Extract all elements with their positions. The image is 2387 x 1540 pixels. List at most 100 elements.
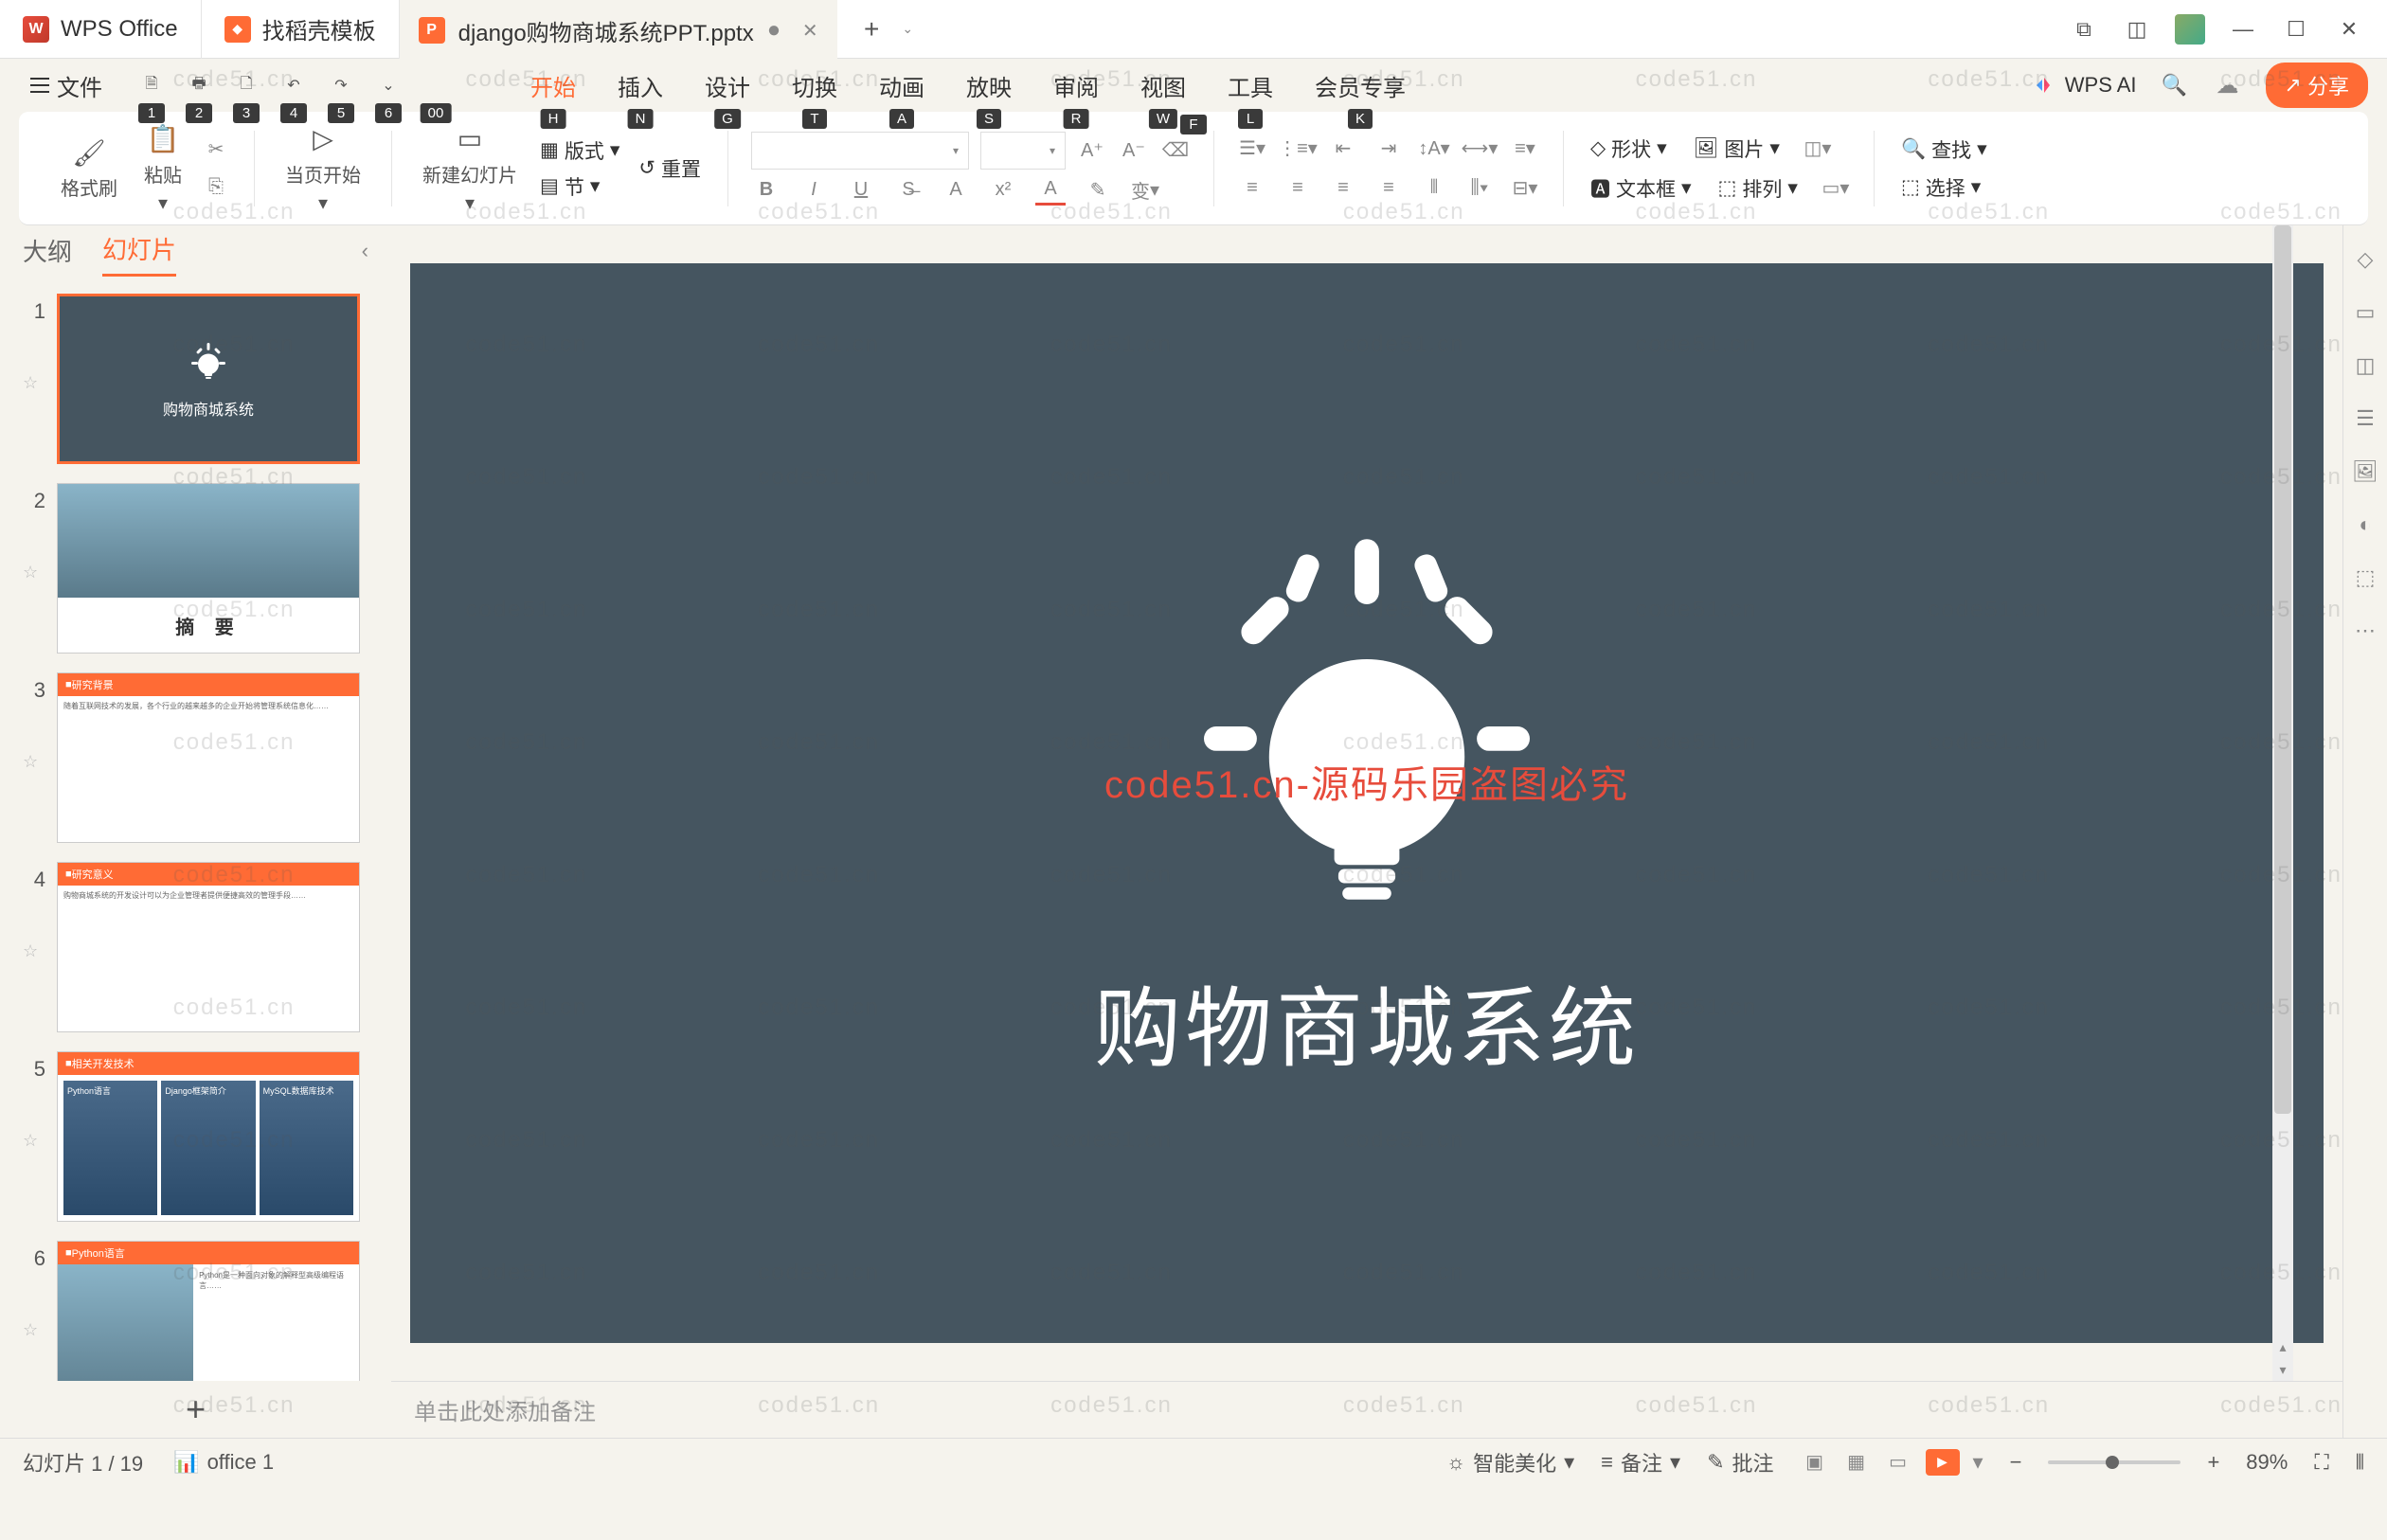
thumb-img-3[interactable]: ■ 研究背景 随着互联网技术的发展，各个行业的越来越多的企业开始将管理系统信息化… — [57, 672, 360, 843]
zoom-slider[interactable] — [2048, 1460, 2181, 1464]
cloud-icon[interactable]: ☁ — [2213, 70, 2243, 100]
bullets-icon[interactable]: ☰▾ — [1237, 134, 1267, 164]
play-dropdown-icon[interactable]: ▾ — [1973, 1450, 1983, 1475]
font-shrink-icon[interactable]: A⁻ — [1119, 135, 1149, 166]
thumb-img-5[interactable]: ■ 相关开发技术 Python语言 Django框架简介 MySQL数据库技术 — [57, 1051, 360, 1222]
app-tab-templates[interactable]: ◆ 找稻壳模板 — [202, 0, 400, 59]
align-justify-icon[interactable]: ≡ — [1373, 173, 1404, 204]
maximize-icon[interactable]: ☐ — [2281, 14, 2311, 45]
star-icon[interactable]: ☆ — [23, 705, 45, 772]
close-tab-icon[interactable]: ✕ — [801, 22, 818, 39]
file-menu[interactable]: 文件 F — [19, 69, 114, 102]
indent-dec-icon[interactable]: ⇤ — [1328, 134, 1358, 164]
qat-preview-icon[interactable]: 🗋3 — [231, 70, 261, 100]
tab-member[interactable]: 会员专享K — [1296, 63, 1425, 108]
font-family-select[interactable]: ▾ — [751, 132, 969, 170]
vert-align-icon[interactable]: ⊟▾ — [1510, 173, 1540, 204]
shadow-icon[interactable]: A — [941, 175, 971, 206]
from-current-button[interactable]: ▷当页开始 ▾ — [278, 122, 368, 215]
thumb-5[interactable]: 5☆ ■ 相关开发技术 Python语言 Django框架简介 MySQL数据库… — [23, 1051, 368, 1222]
app-tab-wps[interactable]: WPS Office — [0, 0, 202, 59]
tab-review[interactable]: 审阅R — [1034, 63, 1118, 108]
qat-redo-icon[interactable]: ↷5 — [326, 70, 356, 100]
office-status[interactable]: 📊 office 1 — [173, 1450, 274, 1475]
thumb-3[interactable]: 3☆ ■ 研究背景 随着互联网技术的发展，各个行业的越来越多的企业开始将管理系统… — [23, 672, 368, 843]
share-button[interactable]: ↗ 分享 — [2266, 63, 2368, 108]
zoom-in-icon[interactable]: + — [2207, 1450, 2219, 1475]
qat-save-icon[interactable]: 🗎1 — [136, 70, 167, 100]
slide-position[interactable]: 幻灯片 1 / 19 — [23, 1447, 143, 1477]
align-left-icon[interactable]: ≡ — [1237, 173, 1267, 204]
thumb-img-4[interactable]: ■ 研究意义 购物商城系统的开发设计可以为企业管理者提供便捷高效的管理手段…… — [57, 862, 360, 1032]
align-center-icon[interactable]: ≡ — [1283, 173, 1313, 204]
tab-design[interactable]: 设计G — [686, 63, 769, 108]
rs-btn-1[interactable]: ◇ — [2350, 244, 2380, 275]
slide-canvas[interactable]: code51.cn-源码乐园盗图必究 购物商城系统 — [410, 263, 2324, 1343]
fit-screen-icon[interactable]: ⛶ — [2314, 1450, 2328, 1475]
tab-animation[interactable]: 动画A — [860, 63, 943, 108]
notes-input[interactable]: 单击此处添加备注 — [391, 1381, 2342, 1438]
tab-view[interactable]: 视图W — [1122, 63, 1205, 108]
copy-icon[interactable]: ⎘ — [201, 172, 231, 203]
slideshow-play-button[interactable]: ▶ — [1926, 1449, 1960, 1476]
tab-dropdown-icon[interactable]: ⌄ — [896, 18, 919, 41]
wps-ai-button[interactable]: WPS AI — [2035, 73, 2137, 98]
distribute-icon[interactable]: ⫴ — [1419, 173, 1449, 204]
rs-btn-6[interactable]: ◐ — [2350, 510, 2380, 540]
fill-icon[interactable]: ▭▾ — [1821, 173, 1851, 204]
numbering-icon[interactable]: ⋮≡▾ — [1283, 134, 1313, 164]
qat-undo-icon[interactable]: ↶4 — [278, 70, 309, 100]
clear-format-icon[interactable]: ⌫ — [1160, 135, 1191, 166]
comments-toggle[interactable]: ✎ 批注 — [1707, 1447, 1773, 1477]
highlight-icon[interactable]: ✎ — [1083, 175, 1113, 206]
align-right-icon[interactable]: ≡ — [1328, 173, 1358, 204]
thumb-img-1[interactable]: 购物商城系统 — [57, 294, 360, 464]
scroll-down-icon[interactable]: ▾ — [2272, 1358, 2293, 1381]
tab-slideshow[interactable]: 放映S — [947, 63, 1031, 108]
collapse-panel-icon[interactable]: ‹ — [362, 239, 368, 263]
slides-tab[interactable]: 幻灯片 — [102, 231, 176, 277]
find-button[interactable]: 🔍 查找 ▾ — [1897, 135, 1991, 164]
thumb-1[interactable]: 1☆ 购物商城系统 — [23, 294, 368, 464]
rs-btn-4[interactable]: ☰ — [2350, 403, 2380, 434]
arrange-button[interactable]: ⬚ 排列 ▾ — [1714, 174, 1802, 203]
cube-icon[interactable]: ◫ — [2122, 14, 2152, 45]
minimize-icon[interactable]: — — [2228, 14, 2258, 45]
section-button[interactable]: ▤节 ▾ — [536, 172, 623, 201]
paste-button[interactable]: 📋粘贴 ▾ — [136, 122, 189, 215]
indent-inc-icon[interactable]: ⇥ — [1373, 134, 1404, 164]
rs-btn-8[interactable]: ⋯ — [2350, 616, 2380, 646]
thumb-img-6[interactable]: ■ Python语言 Python是一种面向对象的解释型高级编程语言…… — [57, 1241, 360, 1381]
underline-icon[interactable]: U — [846, 175, 876, 206]
rs-btn-5[interactable]: 🖼 — [2350, 457, 2380, 487]
tab-tools[interactable]: 工具L — [1209, 63, 1292, 108]
rs-btn-7[interactable]: ⬚ — [2350, 563, 2380, 593]
thumb-4[interactable]: 4☆ ■ 研究意义 购物商城系统的开发设计可以为企业管理者提供便捷高效的管理手段… — [23, 862, 368, 1032]
scroll-up-icon[interactable]: ▴ — [2272, 1335, 2293, 1358]
select-button[interactable]: ⬚ 选择 ▾ — [1897, 173, 1991, 202]
cut-icon[interactable]: ✂ — [201, 134, 231, 165]
star-icon[interactable]: ☆ — [23, 515, 45, 582]
normal-view-icon[interactable]: ▣ — [1801, 1448, 1829, 1477]
star-icon[interactable]: ☆ — [23, 326, 45, 393]
image-button[interactable]: 🖼 图片 ▾ — [1690, 134, 1784, 163]
sorter-view-icon[interactable]: ▦ — [1842, 1448, 1871, 1477]
zoom-out-icon[interactable]: − — [2010, 1450, 2022, 1475]
beautify-button[interactable]: ☼ 智能美化 ▾ — [1446, 1447, 1574, 1477]
font-size-select[interactable]: ▾ — [980, 132, 1066, 170]
file-tab-current[interactable]: P django购物商城系统PPT.pptx ● ✕ — [400, 0, 838, 59]
star-icon[interactable]: ☆ — [23, 894, 45, 961]
layout-button[interactable]: ▦版式 ▾ — [536, 136, 623, 165]
add-slide-button[interactable]: + — [0, 1381, 391, 1438]
thumb-6[interactable]: 6☆ ■ Python语言 Python是一种面向对象的解释型高级编程语言…… — [23, 1241, 368, 1381]
notes-toggle[interactable]: ≡ 备注 ▾ — [1601, 1447, 1680, 1477]
new-tab-button[interactable]: + — [852, 10, 890, 48]
close-window-icon[interactable]: ✕ — [2334, 14, 2364, 45]
new-slide-button[interactable]: ▭新建幻灯片 ▾ — [415, 122, 525, 215]
zoom-level[interactable]: 89% — [2246, 1450, 2288, 1475]
textbox-button[interactable]: 🅰 文本框 ▾ — [1587, 174, 1696, 203]
tab-transition[interactable]: 切换T — [773, 63, 856, 108]
font-grow-icon[interactable]: A⁺ — [1077, 135, 1107, 166]
superscript-icon[interactable]: x² — [988, 175, 1018, 206]
avatar-icon[interactable] — [2175, 14, 2205, 45]
